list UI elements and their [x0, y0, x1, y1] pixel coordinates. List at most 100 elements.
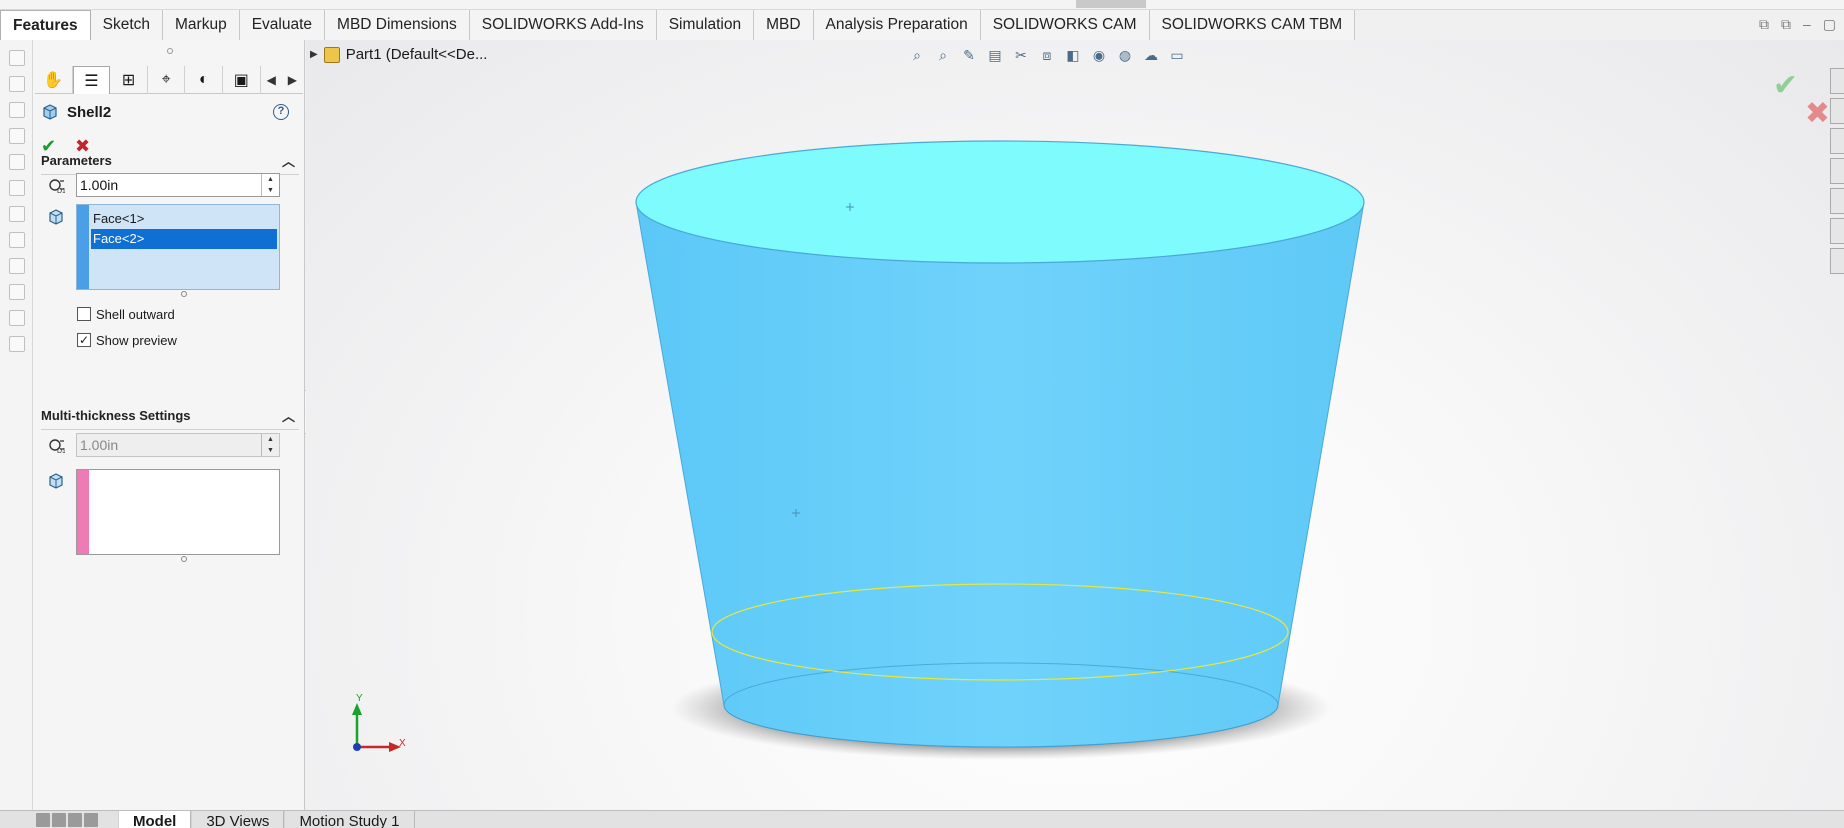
dimxpert-icon[interactable]: ⌖ — [148, 66, 186, 94]
multi-thickness-group-header[interactable]: Multi-thickness Settings ︿ — [41, 408, 299, 430]
strip-icon[interactable] — [9, 258, 25, 274]
multi-thickness-faces-list[interactable] — [76, 469, 280, 555]
tab-simulation[interactable]: Simulation — [656, 10, 755, 40]
cam-tree-icon[interactable]: ▣ — [223, 66, 261, 94]
feature-title: Shell2 — [67, 103, 112, 121]
last-tab-icon[interactable] — [84, 813, 98, 827]
cup-body[interactable] — [635, 201, 1365, 748]
restore-left-icon[interactable]: ⧉ — [1759, 16, 1769, 33]
first-tab-icon[interactable] — [36, 813, 50, 827]
appearances-tab-icon[interactable] — [1830, 188, 1844, 214]
panel-grip-handle[interactable] — [167, 48, 173, 54]
prev-tab-icon[interactable] — [52, 813, 66, 827]
hide-show-icon[interactable]: ◉ — [1088, 44, 1110, 66]
section-view-icon[interactable]: ▤ — [984, 44, 1006, 66]
tab-solidworks-add-ins[interactable]: SOLIDWORKS Add-Ins — [469, 10, 657, 40]
shell-outward-checkbox[interactable]: Shell outward — [77, 305, 175, 323]
thickness-input[interactable] — [77, 174, 261, 196]
increment-arrow-icon[interactable]: ▲ — [262, 174, 279, 185]
tab-motion-study-1[interactable]: Motion Study 1 — [284, 811, 415, 828]
cancel-x-icon[interactable]: ✖ — [1805, 96, 1830, 131]
strip-icon[interactable] — [9, 336, 25, 352]
manager-tabs: ✋ ☰ ⊞ ⌖ ◐ ▣ ◀ ▶ — [35, 66, 303, 94]
title-strip-handle — [1076, 0, 1146, 8]
strip-icon[interactable] — [9, 102, 25, 118]
view-orientation-icon[interactable]: ⧈ — [1036, 44, 1058, 66]
list-item[interactable]: Face<2> — [91, 229, 277, 249]
expand-arrow-icon[interactable]: ▶ — [310, 49, 318, 60]
property-manager-icon[interactable]: ☰ — [72, 66, 111, 94]
maximize-icon[interactable]: ▢ — [1823, 16, 1836, 33]
display-manager-icon[interactable]: ◐ — [185, 66, 224, 94]
tab-markup[interactable]: Markup — [163, 10, 240, 40]
strip-icon[interactable] — [9, 76, 25, 92]
tab-solidworks-cam-tbm[interactable]: SOLIDWORKS CAM TBM — [1149, 10, 1356, 40]
feature-tree-flyout[interactable]: ▶ Part1 (Default<<De... — [310, 46, 487, 63]
tab-solidworks-cam[interactable]: SOLIDWORKS CAM — [980, 10, 1150, 40]
zoom-area-icon[interactable]: ⌕ — [932, 44, 954, 66]
view-settings-icon[interactable]: ▭ — [1166, 44, 1188, 66]
show-preview-checkbox[interactable]: ✓ Show preview — [77, 331, 177, 349]
tab-mbd[interactable]: MBD — [754, 10, 814, 40]
triad-y-label: Y — [356, 693, 363, 704]
strip-icon[interactable] — [9, 232, 25, 248]
title-strip — [0, 0, 1844, 10]
checkbox-box-checked[interactable]: ✓ — [77, 333, 91, 347]
help-icon[interactable]: ? — [273, 104, 289, 120]
confirm-check-icon[interactable]: ✔ — [1773, 68, 1798, 103]
strip-icon[interactable] — [9, 284, 25, 300]
graphics-area[interactable]: Y X ▶ Part1 (Default<<De... ⌕ ⌕ ✎ ▤ ✂ ⧈ … — [306, 40, 1844, 810]
list-resize-grip[interactable] — [181, 556, 187, 562]
minimize-icon[interactable]: – — [1803, 16, 1811, 33]
window-controls: ⧉ ⧉ – ▢ — [1759, 16, 1836, 33]
apply-scene-icon[interactable]: ☁ — [1140, 44, 1162, 66]
display-style-icon[interactable]: ◧ — [1062, 44, 1084, 66]
tab-evaluate[interactable]: Evaluate — [239, 10, 326, 40]
property-manager-panel: ✋ ☰ ⊞ ⌖ ◐ ▣ ◀ ▶ Shell2 ? ✔ ✖ Parameters … — [33, 40, 305, 810]
dynamic-annotation-icon[interactable]: ✂ — [1010, 44, 1032, 66]
strip-icon[interactable] — [9, 50, 25, 66]
tab-analysis-preparation[interactable]: Analysis Preparation — [813, 10, 981, 40]
multi-thickness-heading: Multi-thickness Settings — [41, 408, 191, 423]
selection-color-bar — [77, 205, 89, 289]
previous-view-icon[interactable]: ✎ — [958, 44, 980, 66]
feature-manager-icon[interactable]: ✋ — [35, 66, 73, 94]
next-tab-icon[interactable] — [68, 813, 82, 827]
strip-icon[interactable] — [9, 180, 25, 196]
tab-sketch[interactable]: Sketch — [90, 10, 164, 40]
tab-3d-views[interactable]: 3D Views — [191, 811, 285, 828]
tab-mbd-dimensions[interactable]: MBD Dimensions — [325, 10, 470, 40]
parameters-group-header[interactable]: Parameters ︿ — [41, 153, 299, 175]
strip-icon[interactable] — [9, 128, 25, 144]
restore-right-icon[interactable]: ⧉ — [1781, 16, 1791, 33]
solidworks-forum-tab-icon[interactable] — [1830, 248, 1844, 274]
checkbox-box[interactable] — [77, 307, 91, 321]
design-library-tab-icon[interactable] — [1830, 98, 1844, 124]
custom-properties-tab-icon[interactable] — [1830, 218, 1844, 244]
file-explorer-tab-icon[interactable] — [1830, 128, 1844, 154]
coordinate-triad — [352, 703, 401, 752]
strip-icon[interactable] — [9, 310, 25, 326]
strip-icon[interactable] — [9, 206, 25, 222]
zoom-to-fit-icon[interactable]: ⌕ — [906, 44, 928, 66]
tab-navigation — [36, 813, 98, 827]
triad-x-label: X — [399, 738, 406, 749]
solidworks-window: Features Sketch Markup Evaluate MBD Dimensio… — [0, 0, 1844, 828]
strip-icon[interactable] — [9, 154, 25, 170]
configuration-manager-icon[interactable]: ⊞ — [110, 66, 148, 94]
list-item[interactable]: Face<1> — [91, 209, 277, 229]
list-resize-grip[interactable] — [181, 291, 187, 297]
tabs-scroll-left-icon[interactable]: ◀ — [261, 66, 282, 94]
view-palette-tab-icon[interactable] — [1830, 158, 1844, 184]
tab-model[interactable]: Model — [118, 811, 192, 828]
tab-features[interactable]: Features — [0, 10, 91, 40]
collapse-chevron-icon[interactable]: ︿ — [282, 406, 295, 425]
collapse-chevron-icon[interactable]: ︿ — [282, 151, 295, 170]
faces-to-remove-list[interactable]: Face<1> Face<2> — [76, 204, 280, 290]
cup-top-face[interactable] — [635, 140, 1365, 264]
decrement-arrow-icon[interactable]: ▼ — [262, 185, 279, 196]
tabs-scroll-right-icon[interactable]: ▶ — [282, 66, 303, 94]
edit-appearance-icon[interactable]: ◍ — [1114, 44, 1136, 66]
multi-thickness-input — [77, 434, 261, 456]
resources-tab-icon[interactable] — [1830, 68, 1844, 94]
